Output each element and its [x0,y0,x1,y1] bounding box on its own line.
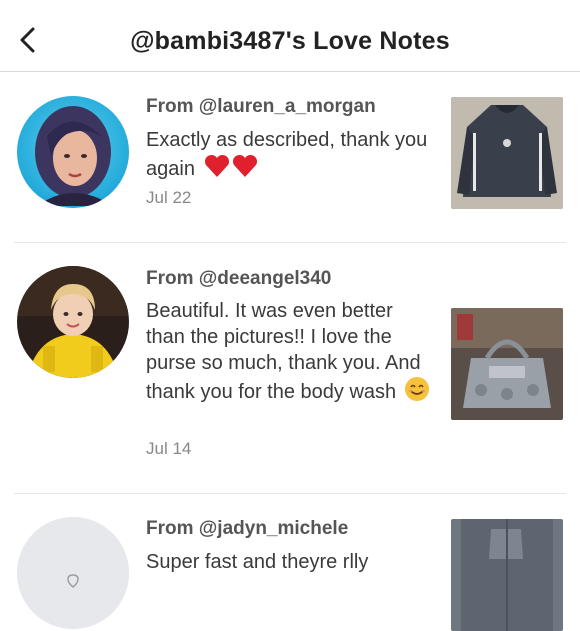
avatar[interactable] [17,96,129,208]
love-note-item: From @lauren_a_morgan Exactly as describ… [0,72,580,243]
note-message-text: Beautiful. It was even better than the p… [146,300,421,403]
note-sender: From @jadyn_michele [146,518,349,539]
avatar[interactable] [17,517,129,629]
note-date: Jul 14 [146,439,192,458]
note-sender: From @lauren_a_morgan [146,96,376,117]
heart-emoji-icon [203,153,259,186]
note-message: Exactly as described, thank you again [146,127,436,186]
note-sender: From @deeangel340 [146,268,332,289]
note-message: Super fast and theyre rlly [146,549,436,575]
page-title: @bambi3487's Love Notes [130,27,450,55]
note-message-text: Super fast and theyre rlly [146,551,369,573]
love-note-item: From @jadyn_michele Super fast and theyr… [0,494,580,631]
note-message: Beautiful. It was even better than the p… [146,298,436,409]
avatar[interactable] [17,266,129,378]
love-note-item: From @deeangel340 Beautiful. It was even… [0,243,580,494]
top-bar: @bambi3487's Love Notes [0,0,580,72]
listing-thumbnail[interactable] [451,97,563,209]
smiling-face-emoji-icon [404,376,430,409]
listing-thumbnail[interactable] [451,308,563,420]
note-message-text: Exactly as described, thank you again [146,129,428,180]
note-date: Jul 22 [146,188,192,207]
listing-thumbnail[interactable] [451,519,563,631]
